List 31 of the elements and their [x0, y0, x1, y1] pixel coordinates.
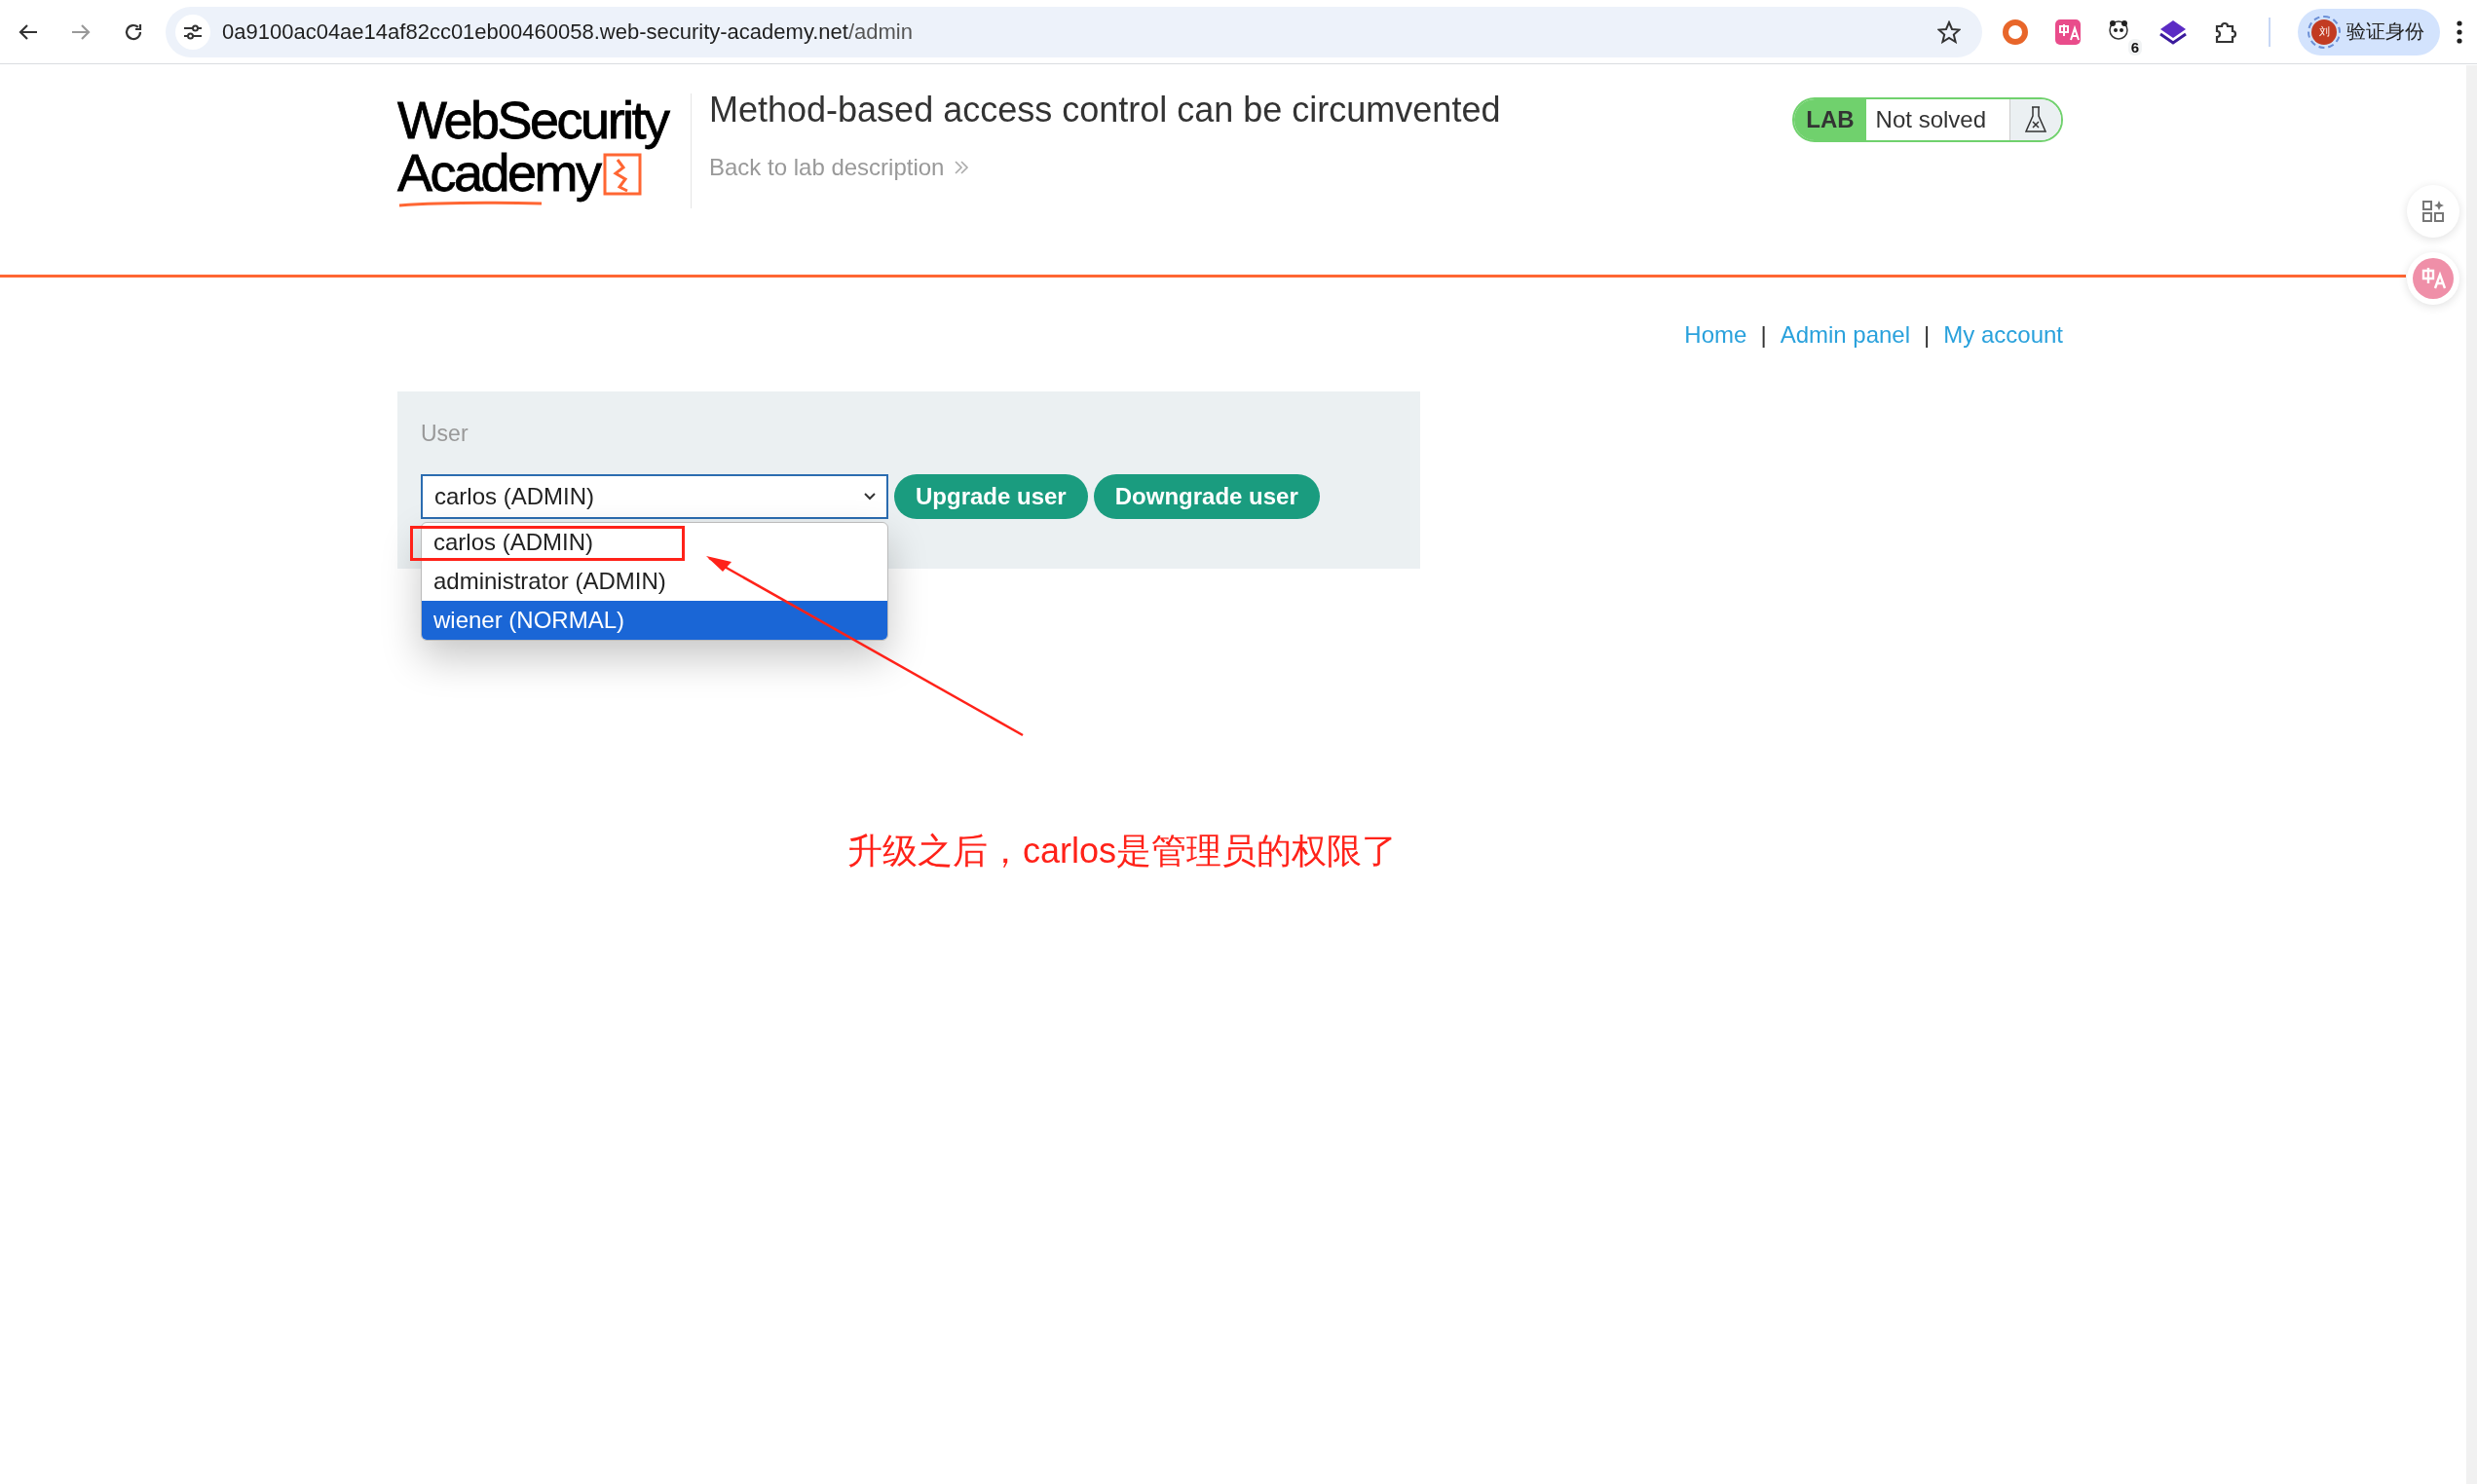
- annotation-note: 升级之后，carlos是管理员的权限了: [847, 830, 1398, 872]
- apps-sparkle-button[interactable]: [2407, 185, 2459, 238]
- user-select[interactable]: carlos (ADMIN): [421, 474, 888, 519]
- nav-separator: |: [1760, 321, 1767, 349]
- flask-icon: [2024, 105, 2047, 134]
- extension-badge: 6: [2127, 38, 2142, 56]
- nav-link[interactable]: Home: [1684, 321, 1747, 349]
- lab-status: Not solved: [1874, 105, 1987, 134]
- dropdown-option[interactable]: carlos (ADMIN): [422, 523, 887, 562]
- action-button[interactable]: Downgrade user: [1093, 474, 1320, 519]
- back-to-description-link[interactable]: Back to lab description: [709, 154, 1501, 181]
- menu-icon[interactable]: [2456, 19, 2463, 45]
- bookmark-star-icon[interactable]: [1937, 19, 1961, 44]
- lightning-logo-icon: [601, 152, 643, 199]
- dropdown-option[interactable]: administrator (ADMIN): [422, 562, 887, 601]
- dropdown-option[interactable]: wiener (NORMAL): [422, 601, 887, 640]
- action-button[interactable]: Upgrade user: [894, 474, 1088, 519]
- apps-sparkle-icon: [2421, 200, 2445, 223]
- chevron-down-icon: [863, 492, 877, 501]
- lab-label: LAB: [1794, 99, 1866, 140]
- lab-title: Method-based access control can be circumvented: [709, 90, 1501, 130]
- nav-link[interactable]: My account: [1943, 321, 2063, 349]
- url-text: 0a9100ac04ae14af82cc01eb00460058.web-security-academy.net/admin: [222, 19, 913, 45]
- nav-link[interactable]: Admin panel: [1780, 321, 1911, 349]
- address-bar[interactable]: 0a9100ac04ae14af82cc01eb00460058.web-security-academy.net/admin: [166, 6, 1982, 57]
- double-chevron-icon: [954, 160, 970, 175]
- user-label: User: [421, 421, 469, 447]
- profile-button[interactable]: 刘 验证身份: [2298, 8, 2440, 56]
- nav-separator: |: [1924, 321, 1931, 349]
- site-settings-icon[interactable]: [175, 14, 210, 50]
- logo-underline-icon: [397, 201, 544, 208]
